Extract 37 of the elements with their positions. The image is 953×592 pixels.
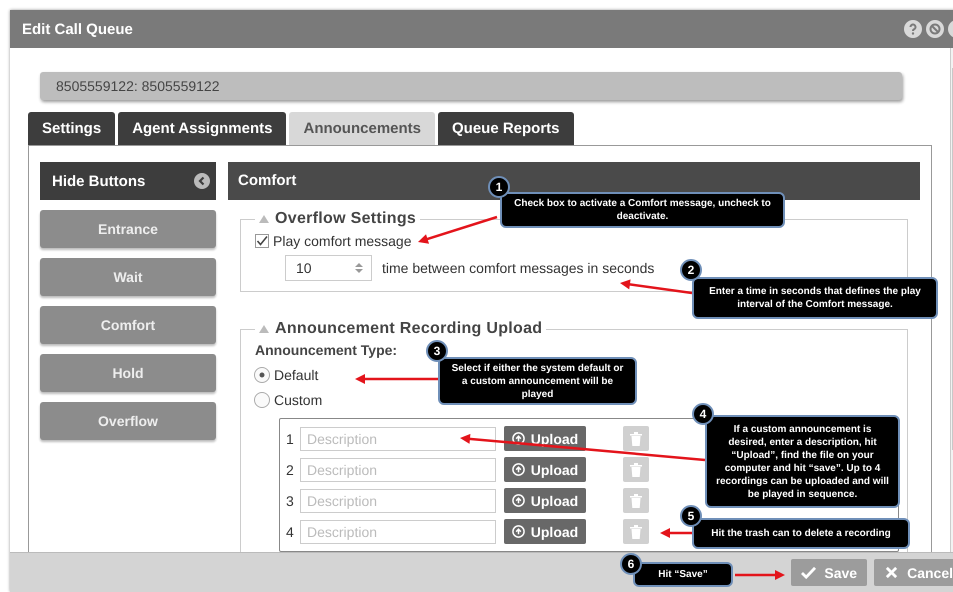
description-field[interactable]: Description xyxy=(300,488,496,512)
upload-button[interactable]: Upload xyxy=(504,519,586,544)
sidebar-button[interactable]: Overflow xyxy=(40,402,216,440)
sidebar-button[interactable]: Wait xyxy=(40,258,216,296)
tab[interactable]: Announcements xyxy=(289,112,435,145)
callout-note: Select if either the system default or a custom announcement will be played xyxy=(438,357,637,405)
tab[interactable]: Queue Reports xyxy=(438,112,574,145)
radio-label: Custom xyxy=(274,392,322,408)
tab[interactable]: Agent Assignments xyxy=(118,112,286,145)
callout-note: Hit “Save” xyxy=(633,562,733,587)
tab[interactable]: Settings xyxy=(28,112,116,145)
window-title: Edit Call Queue xyxy=(22,20,133,38)
row-number: 3 xyxy=(286,492,295,508)
upload-button[interactable]: Upload xyxy=(504,457,586,482)
radio-label: Default xyxy=(274,367,318,383)
checkbox-label: Play comfort message xyxy=(273,233,412,249)
field-label: time between comfort messages in seconds xyxy=(382,260,654,276)
upload-button[interactable]: Upload xyxy=(504,426,586,451)
sidebar-button[interactable]: Comfort xyxy=(40,306,216,344)
group-title: Overflow Settings xyxy=(275,210,416,228)
description-field[interactable]: Description xyxy=(300,426,496,450)
row-number: 2 xyxy=(286,462,295,478)
row-number: 1 xyxy=(286,430,295,446)
sidebar-button[interactable]: Hold xyxy=(40,354,216,392)
record-name-bar: 8505559122: 8505559122 xyxy=(40,72,902,100)
callout-note: If a custom announcement is desired, enter a description, hit “Upload”, find the file on your computer and hit “save”. Up to 4 recordings can be uploaded and will be played in sequence. xyxy=(705,415,900,508)
group-title: Announcement Recording Upload xyxy=(275,320,542,338)
row-number: 4 xyxy=(286,524,295,540)
sidebar-button[interactable]: Entrance xyxy=(40,210,216,248)
number-field[interactable]: 10 xyxy=(285,255,372,281)
upload-button[interactable]: Upload xyxy=(504,488,586,513)
description-field[interactable]: Description xyxy=(300,458,496,482)
callout-note: Check box to activate a Comfort message, uncheck to deactivate. xyxy=(500,192,785,228)
description-field[interactable]: Description xyxy=(300,520,496,544)
sidebar-title: Hide Buttons xyxy=(52,172,146,190)
callout-note: Enter a time in seconds that defines the play interval of the Comfort message. xyxy=(692,277,938,319)
field-label: Announcement Type: xyxy=(255,342,398,358)
